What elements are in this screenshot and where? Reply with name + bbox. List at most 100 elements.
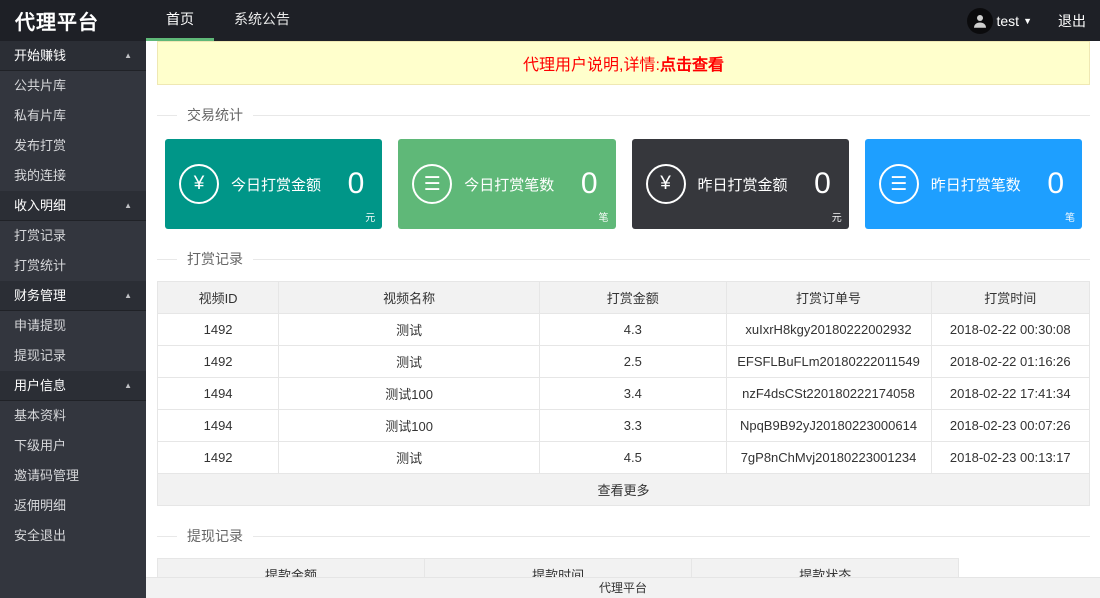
sidebar-item-label: 申请提现 <box>14 318 66 333</box>
stat-card-value: 0 <box>581 167 602 201</box>
cell: 测试 <box>279 346 540 378</box>
cell: 3.3 <box>540 410 726 442</box>
column-header: 视频名称 <box>279 282 540 314</box>
column-header: 视频ID <box>158 282 279 314</box>
cell: 2018-02-22 01:16:26 <box>931 346 1089 378</box>
sidebar-item-label: 用户信息 <box>14 371 66 401</box>
table-row: 1494测试1003.4nzF4dsCSt2201802221740582018… <box>158 378 1090 410</box>
cell: 1494 <box>158 378 279 410</box>
table-row: 1492测试4.3xuIxrH8kgy201802220029322018-02… <box>158 314 1090 346</box>
section-title-withdraw: 提现记录 <box>157 526 1090 546</box>
view-more-row[interactable]: 查看更多 <box>158 474 1090 506</box>
username[interactable]: test <box>997 13 1020 29</box>
stat-card-unit: 元 <box>365 209 375 224</box>
sidebar-item-label: 打赏记录 <box>14 228 66 243</box>
cell: 2018-02-22 00:30:08 <box>931 314 1089 346</box>
sidebar-item-12[interactable]: 基本资料 <box>0 401 146 431</box>
table-header-row: 视频ID视频名称打赏金额打赏订单号打赏时间 <box>158 282 1090 314</box>
yen-icon: ¥ <box>646 164 686 204</box>
cell: 2018-02-23 00:13:17 <box>931 442 1089 474</box>
arrow-up-icon: ▲ <box>124 191 132 221</box>
topbar-right: test ▼ 退出 <box>967 0 1100 41</box>
table-row: 1492测试4.57gP8nChMvj201802230012342018-02… <box>158 442 1090 474</box>
stat-card-label: 昨日打赏笔数 <box>931 174 1021 195</box>
sidebar-item-label: 我的连接 <box>14 168 66 183</box>
sidebar-item-1[interactable]: 公共片库 <box>0 71 146 101</box>
section-title-stats: 交易统计 <box>157 105 1090 125</box>
table-row: 1492测试2.5EFSFLBuFLm201802220115492018-02… <box>158 346 1090 378</box>
sidebar-item-0[interactable]: 开始赚钱▲ <box>0 41 146 71</box>
sidebar-item-label: 返佣明细 <box>14 498 66 513</box>
nav-tab-1[interactable]: 系统公告 <box>214 0 310 41</box>
sidebar-item-8[interactable]: 财务管理▲ <box>0 281 146 311</box>
sidebar-item-label: 提现记录 <box>14 348 66 363</box>
sidebar-item-label: 收入明细 <box>14 191 66 221</box>
section-title-rewards: 打赏记录 <box>157 249 1090 269</box>
sidebar-item-9[interactable]: 申请提现 <box>0 311 146 341</box>
sidebar-item-label: 下级用户 <box>14 438 66 453</box>
cell: 2.5 <box>540 346 726 378</box>
view-more-button[interactable]: 查看更多 <box>158 474 1090 506</box>
yen-icon: ¥ <box>179 164 219 204</box>
cell: 2018-02-23 00:07:26 <box>931 410 1089 442</box>
cell: EFSFLBuFLm20180222011549 <box>726 346 931 378</box>
stat-card-value: 0 <box>814 167 835 201</box>
notice-text: 代理用户说明,详情: <box>523 57 660 74</box>
column-header: 打赏时间 <box>931 282 1089 314</box>
stat-card-value: 0 <box>1047 167 1068 201</box>
stat-card-unit: 笔 <box>599 209 609 224</box>
stat-card-value: 0 <box>348 167 369 201</box>
brand-title: 代理平台 <box>0 0 146 41</box>
list-icon: ☰ <box>412 164 452 204</box>
sidebar-item-6[interactable]: 打赏记录 <box>0 221 146 251</box>
topbar-nav: 首页系统公告 <box>146 0 310 41</box>
column-header: 打赏金额 <box>540 282 726 314</box>
sidebar-item-2[interactable]: 私有片库 <box>0 101 146 131</box>
notice-banner: 代理用户说明,详情:点击查看 <box>157 41 1090 85</box>
cell: 4.5 <box>540 442 726 474</box>
cell: nzF4dsCSt220180222174058 <box>726 378 931 410</box>
cell: NpqB9B92yJ20180223000614 <box>726 410 931 442</box>
avatar[interactable] <box>967 8 993 34</box>
sidebar-item-label: 基本资料 <box>14 408 66 423</box>
user-menu[interactable]: test ▼ <box>967 8 1033 34</box>
cell: 测试 <box>279 314 540 346</box>
sidebar-item-label: 邀请码管理 <box>14 468 79 483</box>
cell: 2018-02-22 17:41:34 <box>931 378 1089 410</box>
logout-button[interactable]: 退出 <box>1058 11 1086 31</box>
sidebar-item-4[interactable]: 我的连接 <box>0 161 146 191</box>
notice-link[interactable]: 点击查看 <box>660 57 724 74</box>
reward-table-body: 1492测试4.3xuIxrH8kgy201802220029322018-02… <box>158 314 1090 474</box>
sidebar-item-label: 安全退出 <box>14 528 66 543</box>
cell: 测试100 <box>279 378 540 410</box>
cell: 测试100 <box>279 410 540 442</box>
sidebar-item-label: 打赏统计 <box>14 258 66 273</box>
caret-down-icon: ▼ <box>1023 16 1032 26</box>
sidebar-item-3[interactable]: 发布打赏 <box>0 131 146 161</box>
column-header: 打赏订单号 <box>726 282 931 314</box>
main-content: 代理用户说明,详情:点击查看 交易统计 ¥今日打赏金额0元☰今日打赏笔数0笔¥昨… <box>146 41 1100 598</box>
reward-table-head: 视频ID视频名称打赏金额打赏订单号打赏时间 <box>158 282 1090 314</box>
stat-card-3: ☰昨日打赏笔数0笔 <box>865 139 1082 229</box>
topbar: 代理平台 首页系统公告 test ▼ 退出 <box>0 0 1100 41</box>
sidebar-item-13[interactable]: 下级用户 <box>0 431 146 461</box>
sidebar-item-10[interactable]: 提现记录 <box>0 341 146 371</box>
cell: 1492 <box>158 346 279 378</box>
cell: xuIxrH8kgy20180222002932 <box>726 314 931 346</box>
cell: 1494 <box>158 410 279 442</box>
sidebar-item-7[interactable]: 打赏统计 <box>0 251 146 281</box>
sidebar-item-5[interactable]: 收入明细 ▲ <box>0 191 146 221</box>
nav-tab-0[interactable]: 首页 <box>146 0 214 41</box>
stat-card-0: ¥今日打赏金额0元 <box>165 139 382 229</box>
cell: 1492 <box>158 314 279 346</box>
stat-card-unit: 笔 <box>1065 209 1075 224</box>
cell: 7gP8nChMvj20180223001234 <box>726 442 931 474</box>
stat-card-2: ¥昨日打赏金额0元 <box>632 139 849 229</box>
sidebar-item-16[interactable]: 安全退出 <box>0 521 146 551</box>
stat-cards: ¥今日打赏金额0元☰今日打赏笔数0笔¥昨日打赏金额0元☰昨日打赏笔数0笔 <box>165 139 1082 229</box>
sidebar-item-11[interactable]: 用户信息▲ <box>0 371 146 401</box>
sidebar-item-15[interactable]: 返佣明细 <box>0 491 146 521</box>
sidebar-item-14[interactable]: 邀请码管理 <box>0 461 146 491</box>
page-footer: 代理平台 <box>146 577 1100 598</box>
stat-card-1: ☰今日打赏笔数0笔 <box>398 139 615 229</box>
